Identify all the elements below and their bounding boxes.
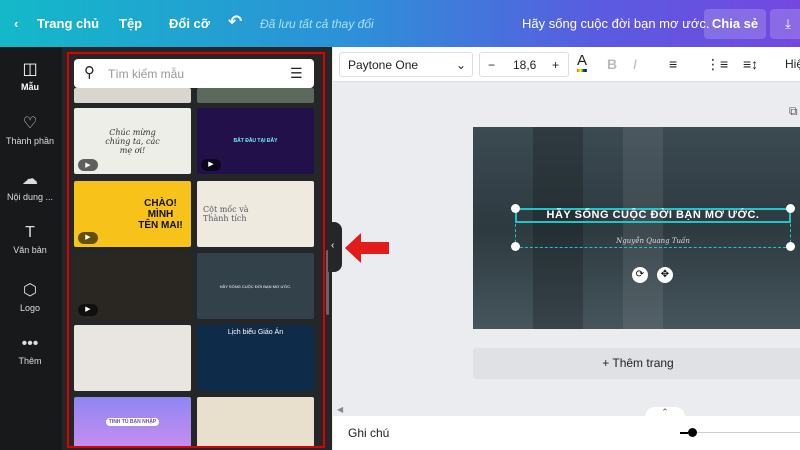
rail-label: Mẫu xyxy=(21,82,39,92)
template-thumbnail[interactable]: Lịch biểu Giáo Án xyxy=(197,325,314,391)
text-icon: T xyxy=(25,224,35,241)
zoom-slider-fill xyxy=(680,432,688,434)
rail-label: Logo xyxy=(19,303,41,313)
resize-handle[interactable] xyxy=(511,242,520,251)
line-spacing-icon[interactable]: ≡↕ xyxy=(743,52,758,77)
font-select[interactable]: Paytone One ⌄ xyxy=(339,52,473,77)
undo-icon[interactable]: ↶ xyxy=(228,12,242,32)
template-text: Cột mốc và Thành tích xyxy=(203,205,249,223)
template-search-input[interactable]: ⚲ Tìm kiếm mẫu ☰ xyxy=(74,59,314,88)
rail-logo[interactable]: ⬡ Logo xyxy=(0,280,60,313)
template-text: Chúc mừng chúng ta, các mẹ ơi! xyxy=(105,127,160,155)
decrease-size-button[interactable]: − xyxy=(488,53,495,78)
copy-page-icon[interactable]: ⧉ xyxy=(789,104,798,119)
rail-label: Nội dung ... xyxy=(6,192,54,202)
template-thumbnail[interactable]: Cột mốc và Thành tích xyxy=(197,181,314,247)
resize-handle[interactable] xyxy=(786,242,795,251)
search-icon: ⚲ xyxy=(84,64,95,81)
download-icon[interactable]: ⤓ xyxy=(770,9,800,39)
move-icon[interactable]: ✥ xyxy=(657,267,673,283)
back-chevron-icon[interactable]: ‹ xyxy=(14,16,18,31)
share-button[interactable]: Chia sẻ xyxy=(704,9,766,39)
font-name: Paytone One xyxy=(348,58,419,72)
template-thumbnail[interactable]: CHÀO! MÌNH TÊN MAI! ▶ xyxy=(74,181,191,247)
heading-text[interactable]: HÃY SỐNG CUỘC ĐỜI BẠN MƠ ƯỚC. xyxy=(515,209,791,221)
font-size-stepper[interactable]: − 18,6 + xyxy=(479,52,569,77)
list-icon[interactable]: ⋮≡ xyxy=(706,52,728,77)
template-thumbnail[interactable]: Chúc mừng chúng ta, các mẹ ơi! ▶ xyxy=(74,108,191,174)
align-center-icon[interactable]: ≡ xyxy=(669,52,677,77)
notes-button[interactable]: Ghi chú xyxy=(348,426,389,440)
template-thumbnail[interactable] xyxy=(74,88,191,103)
home-link[interactable]: Trang chủ xyxy=(37,16,99,31)
rail-text[interactable]: T Văn bản xyxy=(0,224,60,255)
rail-more[interactable]: ••• Thêm xyxy=(0,335,60,366)
save-status: Đã lưu tất cả thay đổi xyxy=(260,17,374,31)
template-text: HÃY SỐNG CUỘC ĐỜI BẠN MƠ ƯỚC. xyxy=(219,283,292,289)
top-bar: ‹ Trang chủ Tệp Đổi cỡ ↶ Đã lưu tất cả t… xyxy=(0,0,800,47)
scroll-left-icon[interactable]: ◀ xyxy=(337,405,343,414)
collapse-panel-handle[interactable]: ‹ xyxy=(328,222,342,272)
logo-icon: ⬡ xyxy=(23,282,37,299)
text-color-icon[interactable]: A xyxy=(577,52,588,72)
bold-button[interactable]: B xyxy=(607,52,617,77)
template-thumbnail[interactable] xyxy=(197,88,314,103)
red-arrow-annotation xyxy=(345,233,389,263)
rail-elements[interactable]: ♡ Thành phần xyxy=(0,113,60,146)
template-thumbnail[interactable]: ▶ xyxy=(74,253,191,319)
layout-icon: ◫ xyxy=(22,61,38,78)
template-thumbnail[interactable] xyxy=(197,397,314,447)
resize-menu[interactable]: Đổi cỡ xyxy=(169,16,210,31)
document-title[interactable]: Hãy sống cuộc đời bạn mơ ước. xyxy=(522,16,709,31)
text-toolbar: Paytone One ⌄ − 18,6 + A B I ≡ ⋮≡ ≡↕ Hiệ xyxy=(333,47,800,82)
play-icon: ▶ xyxy=(78,159,98,171)
rail-label: Văn bản xyxy=(13,245,47,255)
template-text: BẮT ĐẦU TẠI ĐÂY xyxy=(233,138,278,144)
elements-icon: ♡ xyxy=(22,115,38,132)
template-text: TINH TÚ BẠN NHẬP xyxy=(105,418,160,426)
resize-handle[interactable] xyxy=(786,204,795,213)
template-thumbnail[interactable] xyxy=(74,325,191,391)
increase-size-button[interactable]: + xyxy=(552,53,559,78)
upload-icon: ☁ xyxy=(22,171,38,188)
resize-handle[interactable] xyxy=(511,204,520,213)
font-size-value[interactable]: 18,6 xyxy=(513,53,536,78)
template-thumbnail[interactable]: TINH TÚ BẠN NHẬP xyxy=(74,397,191,447)
more-icon: ••• xyxy=(21,335,39,352)
template-text: Lịch biểu Giáo Án xyxy=(227,329,284,336)
rail-label: Thành phần xyxy=(5,136,55,146)
file-menu[interactable]: Tệp xyxy=(119,16,142,31)
chevron-down-icon: ⌄ xyxy=(455,58,466,72)
rail-templates[interactable]: ◫ Mẫu xyxy=(0,59,60,92)
bottom-bar: Ghi chú xyxy=(333,416,800,450)
template-thumbnail[interactable]: BẮT ĐẦU TẠI ĐÂY ▶ xyxy=(197,108,314,174)
template-text: CHÀO! MÌNH TÊN MAI! xyxy=(138,197,183,231)
zoom-slider-thumb[interactable] xyxy=(688,428,697,437)
play-icon: ▶ xyxy=(201,159,221,171)
side-rail: ◫ Mẫu ♡ Thành phần ☁ Nội dung ... T Văn bản … xyxy=(0,47,62,450)
play-icon: ▶ xyxy=(78,304,98,316)
author-text[interactable]: Nguyễn Quang Tuấn xyxy=(515,237,791,245)
rail-uploads[interactable]: ☁ Nội dung ... xyxy=(0,169,60,202)
filter-icon[interactable]: ☰ xyxy=(290,65,303,82)
search-placeholder: Tìm kiếm mẫu xyxy=(108,67,185,81)
add-page-button[interactable]: + Thêm trang xyxy=(473,348,800,379)
zoom-slider[interactable] xyxy=(680,432,800,433)
effects-button[interactable]: Hiệ xyxy=(785,52,800,77)
template-thumbnail[interactable]: HÃY SỐNG CUỘC ĐỜI BẠN MƠ ƯỚC. xyxy=(197,253,314,319)
play-icon: ▶ xyxy=(78,232,98,244)
rotate-icon[interactable]: ⟳ xyxy=(632,267,648,283)
design-page[interactable]: HÃY SỐNG CUỘC ĐỜI BẠN MƠ ƯỚC. Nguyễn Qua… xyxy=(473,127,800,329)
italic-button[interactable]: I xyxy=(633,52,637,77)
rail-label: Thêm xyxy=(18,356,42,366)
